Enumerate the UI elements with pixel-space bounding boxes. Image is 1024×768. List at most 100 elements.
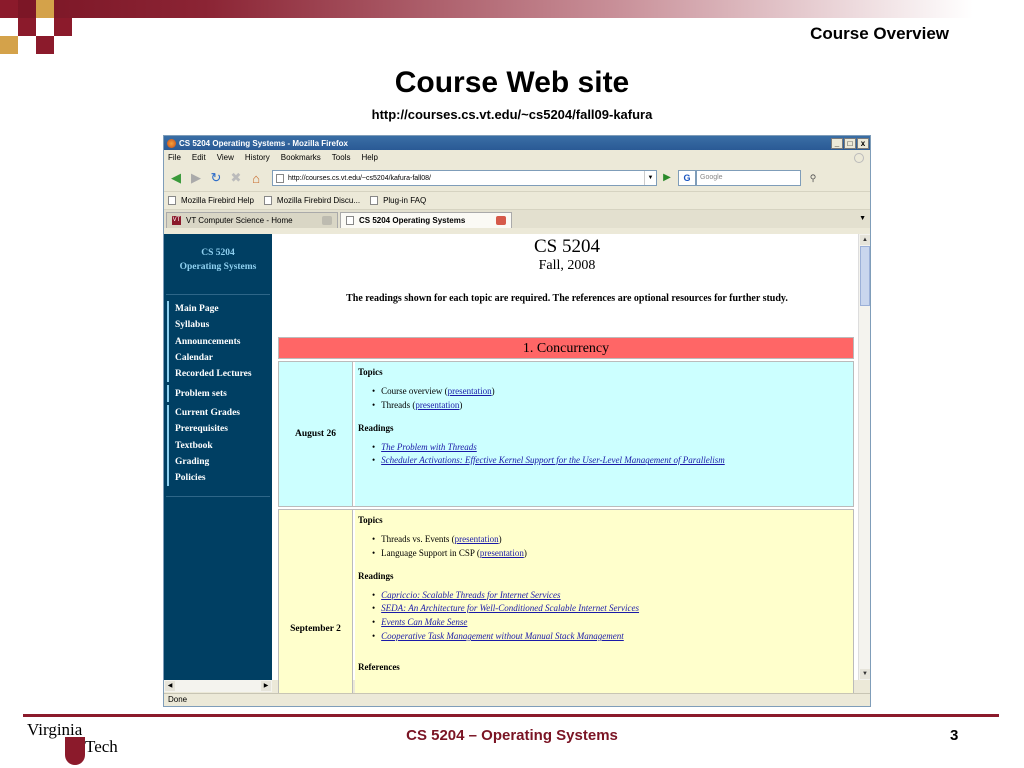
sidebar-divider (166, 496, 270, 498)
vertical-scrollbar[interactable]: ▲ ▼ (858, 234, 870, 680)
table-row: September 2 Topics Threads vs. Events (p… (278, 509, 854, 706)
window-titlebar: CS 5204 Operating Systems - Mozilla Fire… (164, 136, 870, 150)
page-content: CS 5204 Operating Systems Main Page Syll… (164, 234, 870, 706)
window-title: CS 5204 Operating Systems - Mozilla Fire… (179, 138, 348, 148)
sidebar-item-problem-sets[interactable]: Problem sets (167, 385, 272, 402)
navigation-toolbar: ◀ ▶ ↻ ✖ ⌂ http://courses.cs.vt.edu/~cs52… (164, 165, 870, 191)
sidebar-item-announcements[interactable]: Announcements (167, 333, 272, 350)
address-bar[interactable]: http://courses.cs.vt.edu/~cs5204/kafura-… (272, 170, 657, 186)
sidebar-divider (166, 294, 270, 295)
list-item: Language Support in CSP (presentation) (372, 547, 849, 561)
bookmark-label: Mozilla Firebird Discu... (276, 196, 361, 205)
menu-help[interactable]: Help (361, 153, 377, 162)
bookmark-item[interactable]: Plug-in FAQ (370, 196, 426, 205)
topics-list: Threads vs. Events (presentation) Langua… (372, 533, 849, 561)
tab-vt-home[interactable]: VT VT Computer Science - Home (166, 212, 338, 228)
reading-link[interactable]: SEDA: An Architecture for Well-Condition… (381, 603, 639, 613)
schedule-table: 1. Concurrency August 26 Topics Course o… (278, 337, 854, 706)
sidebar-item-current-grades[interactable]: Current Grades (167, 404, 272, 422)
menu-bar: File Edit View History Bookmarks Tools H… (164, 150, 870, 165)
list-item: Scheduler Activations: Effective Kernel … (372, 454, 849, 468)
go-icon[interactable]: ▶ (660, 171, 674, 185)
reading-link[interactable]: Scheduler Activations: Effective Kernel … (381, 455, 725, 465)
row-date: September 2 (279, 510, 353, 706)
presentation-link[interactable]: presentation (455, 534, 499, 544)
page-icon (168, 196, 176, 205)
sidebar-item-calendar[interactable]: Calendar (167, 349, 272, 367)
page-icon (276, 173, 284, 183)
menu-tools[interactable]: Tools (332, 153, 351, 162)
scroll-right-icon[interactable]: ▶ (261, 681, 271, 691)
search-engine-icon[interactable]: G (678, 170, 696, 186)
page-subtitle: Fall, 2008 (538, 258, 596, 273)
search-icon[interactable]: ⚲ (805, 170, 821, 186)
close-tab-icon[interactable] (496, 216, 506, 225)
address-text: http://courses.cs.vt.edu/~cs5204/kafura-… (288, 174, 431, 182)
list-item: SEDA: An Architecture for Well-Condition… (372, 602, 849, 616)
decor-square (54, 18, 72, 36)
list-item: Threads vs. Events (presentation) (372, 533, 849, 547)
readings-list: Capriccio: Scalable Threads for Internet… (372, 589, 849, 644)
close-tab-icon[interactable] (322, 216, 332, 225)
menu-edit[interactable]: Edit (192, 153, 206, 162)
search-input[interactable]: Google (696, 170, 801, 186)
menu-bookmarks[interactable]: Bookmarks (281, 153, 321, 162)
scrollbar-thumb[interactable] (860, 246, 870, 306)
throbber-icon (854, 152, 864, 163)
topics-list: Course overview (presentation) Threads (… (372, 385, 849, 413)
bookmark-label: Mozilla Firebird Help (181, 196, 254, 205)
sidebar-item-grading[interactable]: Grading (167, 453, 272, 470)
slide-title: Course Web site (394, 66, 630, 99)
presentation-link[interactable]: presentation (448, 386, 492, 396)
topics-label: Topics (358, 367, 383, 377)
tab-cs5204[interactable]: CS 5204 Operating Systems (340, 212, 512, 228)
menu-history[interactable]: History (245, 153, 270, 162)
decor-square (18, 18, 36, 36)
bookmark-item[interactable]: Mozilla Firebird Help (168, 196, 254, 205)
sidebar-item-textbook[interactable]: Textbook (167, 437, 272, 454)
tab-list-icon[interactable]: ▼ (859, 215, 866, 222)
home-icon[interactable]: ⌂ (248, 170, 264, 186)
sidebar-item-syllabus[interactable]: Syllabus (167, 317, 272, 334)
browser-window: CS 5204 Operating Systems - Mozilla Fire… (163, 135, 871, 707)
menu-file[interactable]: File (168, 153, 181, 162)
sidebar-item-main-page[interactable]: Main Page (167, 301, 272, 318)
back-arrow-icon[interactable]: ◀ (168, 170, 184, 186)
firefox-icon (167, 138, 176, 148)
row-date: August 26 (279, 362, 353, 506)
reload-icon[interactable]: ↻ (208, 170, 224, 186)
sidebar-item-recorded-lectures[interactable]: Recorded Lectures (167, 366, 272, 383)
bookmarks-toolbar: Mozilla Firebird Help Mozilla Firebird D… (164, 191, 870, 209)
scroll-left-icon[interactable]: ◀ (165, 681, 175, 691)
sidebar-item-prerequisites[interactable]: Prerequisites (167, 421, 272, 438)
footer-title: CS 5204 – Operating Systems (406, 727, 618, 744)
menu-view[interactable]: View (217, 153, 234, 162)
forward-arrow-icon[interactable]: ▶ (188, 170, 204, 186)
tab-label: CS 5204 Operating Systems (359, 216, 466, 225)
scroll-up-icon[interactable]: ▲ (860, 235, 870, 245)
page-number: 3 (950, 727, 959, 744)
status-bar: Done (164, 693, 870, 706)
horizontal-scrollbar[interactable]: ◀ ▶ (164, 680, 272, 692)
reading-link[interactable]: Cooperative Task Management without Manu… (381, 631, 624, 641)
presentation-link[interactable]: presentation (415, 400, 459, 410)
tab-label: VT Computer Science - Home (186, 216, 293, 225)
chevron-down-icon[interactable]: ▼ (644, 171, 656, 185)
stop-icon[interactable]: ✖ (228, 170, 244, 186)
list-item: Threads (presentation) (372, 399, 849, 413)
scroll-down-icon[interactable]: ▼ (860, 669, 870, 679)
presentation-link[interactable]: presentation (480, 548, 524, 558)
sidebar-item-policies[interactable]: Policies (167, 469, 272, 487)
title-band (0, 0, 1024, 18)
reading-link[interactable]: The Problem with Threads (381, 442, 477, 452)
minimize-button[interactable]: _ (831, 137, 843, 149)
reading-link[interactable]: Events Can Make Sense (381, 617, 467, 627)
close-button[interactable]: x (857, 137, 869, 149)
bookmark-item[interactable]: Mozilla Firebird Discu... (263, 196, 361, 205)
table-row: August 26 Topics Course overview (presen… (278, 361, 854, 507)
maximize-button[interactable]: □ (844, 137, 856, 149)
page-icon (263, 196, 272, 205)
page-title: CS 5204 (534, 236, 600, 257)
reading-link[interactable]: Capriccio: Scalable Threads for Internet… (381, 590, 560, 600)
page-note: The readings shown for each topic are re… (346, 293, 788, 304)
